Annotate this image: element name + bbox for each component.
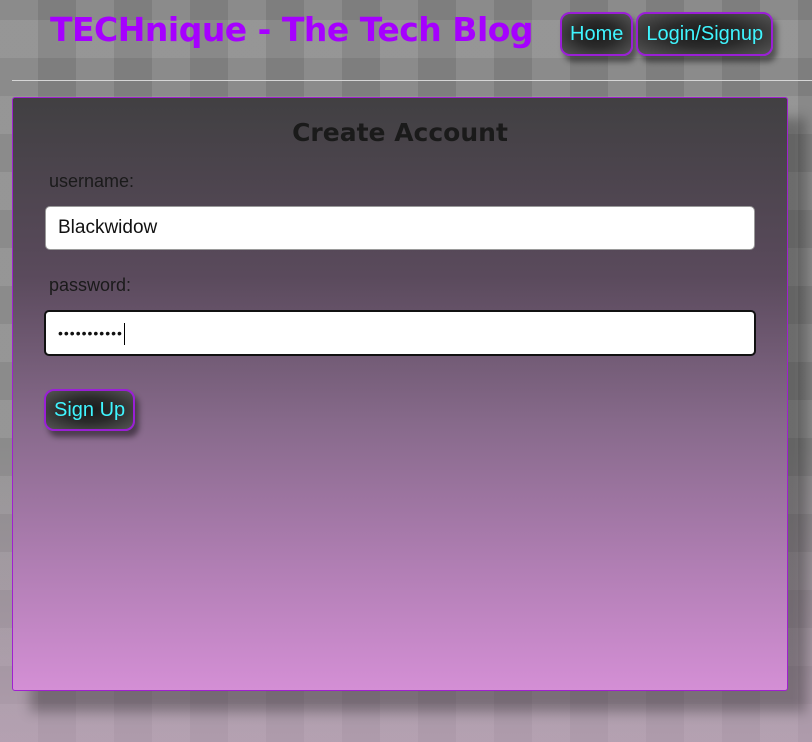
form-title: Create Account (292, 118, 508, 147)
home-button[interactable]: Home (560, 12, 634, 56)
text-caret (123, 323, 125, 346)
login-signup-button[interactable]: Login/Signup (636, 12, 774, 56)
password-label: password: (49, 275, 132, 295)
create-account-form: Create Account username: Blackwidow pass… (12, 97, 788, 691)
top-nav: Home Login/Signup (560, 12, 774, 56)
username-label: username: (49, 171, 135, 191)
site-header: TECHnique - The Tech Blog Home Login/Sig… (0, 0, 812, 80)
username-input[interactable]: Blackwidow (45, 206, 755, 250)
password-input[interactable]: ••••••••••• (44, 310, 756, 356)
password-value: ••••••••••• (58, 325, 123, 341)
username-value: Blackwidow (58, 217, 158, 238)
sign-up-button[interactable]: Sign Up (44, 389, 136, 431)
site-title: TECHnique - The Tech Blog (50, 10, 534, 49)
header-divider (12, 80, 812, 81)
